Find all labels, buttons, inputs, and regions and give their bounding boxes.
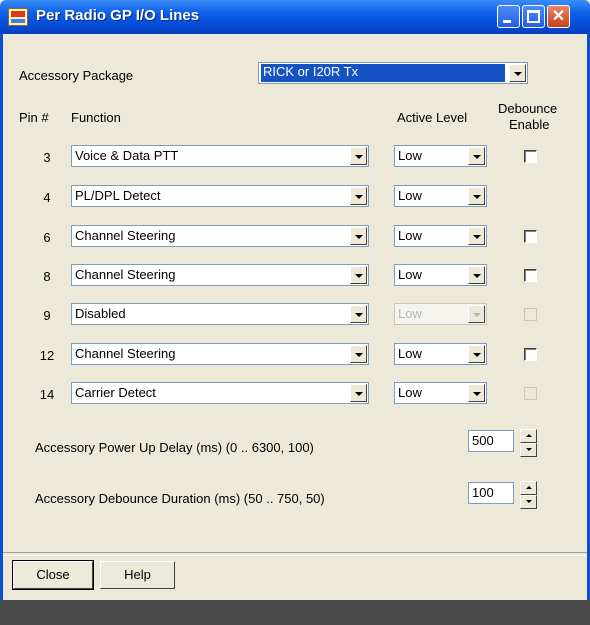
chevron-down-icon	[468, 305, 485, 323]
power-up-delay-increment[interactable]	[520, 429, 537, 443]
debounce-checkbox	[524, 308, 537, 321]
accessory-package-select[interactable]: RICK or I20R Tx	[258, 62, 528, 84]
function-select[interactable]: Carrier Detect	[71, 382, 369, 404]
window-title: Per Radio GP I/O Lines	[36, 7, 200, 24]
title-bar: Per Radio GP I/O Lines ✕	[0, 0, 590, 34]
function-select[interactable]: Channel Steering	[71, 225, 369, 247]
help-button[interactable]: Help	[100, 561, 175, 589]
function-select[interactable]: Disabled	[71, 303, 369, 325]
function-value: Voice & Data PTT	[75, 148, 179, 163]
pin-number: 3	[43, 150, 51, 165]
pin-number: 14	[39, 387, 55, 402]
debounce-checkbox[interactable]	[524, 150, 537, 163]
taskbar-strip	[0, 600, 590, 625]
active-level-select[interactable]: Low	[394, 225, 487, 247]
chevron-down-icon[interactable]	[350, 147, 367, 165]
chevron-down-icon[interactable]	[350, 345, 367, 363]
separator	[3, 552, 587, 556]
function-value: Channel Steering	[75, 228, 176, 243]
maximize-icon	[527, 10, 540, 23]
chevron-down-icon[interactable]	[350, 305, 367, 323]
chevron-down-icon[interactable]	[509, 64, 526, 82]
chevron-down-icon[interactable]	[350, 266, 367, 284]
active-level-select[interactable]: Low	[394, 343, 487, 365]
debounce-duration-input[interactable]: 100	[468, 482, 514, 504]
chevron-down-icon[interactable]	[350, 187, 367, 205]
minimize-icon	[503, 20, 511, 23]
debounce-duration-value: 100	[472, 485, 494, 500]
power-up-delay-input[interactable]: 500	[468, 430, 514, 452]
radio-app-icon	[8, 8, 28, 26]
active-level-value: Low	[398, 148, 422, 163]
debounce-duration-increment[interactable]	[520, 481, 537, 495]
debounce-checkbox[interactable]	[524, 348, 537, 361]
active-level-value: Low	[398, 267, 422, 282]
pin-number: 4	[43, 190, 51, 205]
debounce-checkbox[interactable]	[524, 230, 537, 243]
debounce-checkbox[interactable]	[524, 269, 537, 282]
active-level-select: Low	[394, 303, 487, 325]
pin-number: 6	[43, 230, 51, 245]
accessory-package-value: RICK or I20R Tx	[261, 64, 505, 82]
maximize-button[interactable]	[522, 5, 545, 28]
power-up-delay-decrement[interactable]	[520, 443, 537, 457]
window-frame-left	[0, 34, 3, 600]
minimize-button[interactable]	[497, 5, 520, 28]
dialog-window: Per Radio GP I/O Lines ✕ Accessory Packa…	[0, 0, 590, 600]
function-value: Disabled	[75, 306, 126, 321]
active-level-select[interactable]: Low	[394, 264, 487, 286]
pin-number: 12	[39, 348, 55, 363]
active-level-value: Low	[398, 306, 422, 321]
active-level-select[interactable]: Low	[394, 185, 487, 207]
debounce-header-line1: Debounce	[498, 101, 558, 116]
function-value: PL/DPL Detect	[75, 188, 161, 203]
accessory-package-label: Accessory Package	[19, 68, 134, 83]
debounce-checkbox	[524, 387, 537, 400]
chevron-down-icon[interactable]	[468, 227, 485, 245]
close-icon: ✕	[551, 8, 566, 25]
debounce-duration-decrement[interactable]	[520, 495, 537, 509]
pin-header: Pin #	[19, 110, 49, 125]
active-level-value: Low	[398, 188, 422, 203]
active-level-value: Low	[398, 385, 422, 400]
function-value: Channel Steering	[75, 267, 176, 282]
chevron-down-icon[interactable]	[468, 345, 485, 363]
function-value: Channel Steering	[75, 346, 176, 361]
chevron-down-icon[interactable]	[468, 266, 485, 284]
chevron-down-icon[interactable]	[350, 227, 367, 245]
active-level-select[interactable]: Low	[394, 382, 487, 404]
chevron-down-icon[interactable]	[468, 187, 485, 205]
debounce-header-line2: Enable	[509, 117, 550, 132]
power-up-delay-value: 500	[472, 433, 494, 448]
function-select[interactable]: PL/DPL Detect	[71, 185, 369, 207]
chevron-down-icon[interactable]	[350, 384, 367, 402]
close-button[interactable]: Close	[12, 560, 94, 590]
power-up-delay-label: Accessory Power Up Delay (ms) (0 .. 6300…	[35, 440, 314, 455]
function-select[interactable]: Channel Steering	[71, 264, 369, 286]
function-select[interactable]: Voice & Data PTT	[71, 145, 369, 167]
chevron-down-icon[interactable]	[468, 147, 485, 165]
close-window-button[interactable]: ✕	[547, 5, 570, 28]
function-select[interactable]: Channel Steering	[71, 343, 369, 365]
pin-number: 9	[43, 308, 51, 323]
function-value: Carrier Detect	[75, 385, 156, 400]
chevron-down-icon[interactable]	[468, 384, 485, 402]
active-level-header: Active Level	[397, 110, 468, 125]
active-level-value: Low	[398, 228, 422, 243]
pin-number: 8	[43, 269, 51, 284]
debounce-duration-label: Accessory Debounce Duration (ms) (50 .. …	[35, 491, 325, 506]
active-level-value: Low	[398, 346, 422, 361]
function-header: Function	[71, 110, 121, 125]
active-level-select[interactable]: Low	[394, 145, 487, 167]
